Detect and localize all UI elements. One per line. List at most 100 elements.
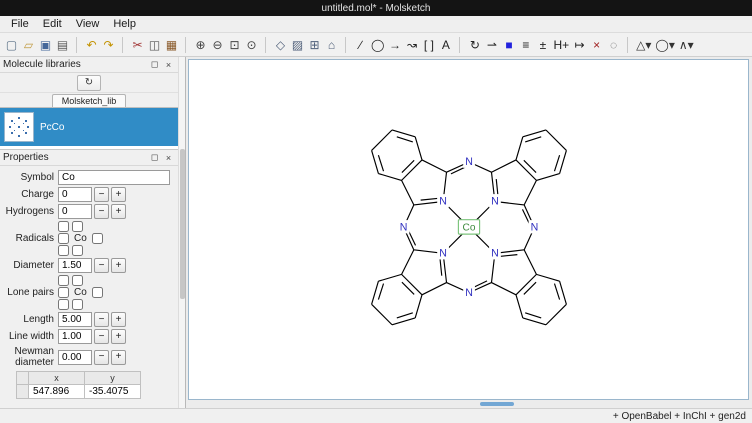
print-button[interactable]: ▤ xyxy=(54,35,71,55)
arrow-tool-button[interactable]: → xyxy=(386,35,403,55)
properties-float-button[interactable]: ◻ xyxy=(148,152,161,164)
menu-edit[interactable]: Edit xyxy=(36,17,69,31)
charge-decrement-button[interactable]: − xyxy=(94,187,109,202)
lasso-tool-button[interactable]: ◌ xyxy=(605,35,622,55)
zoom-original-button[interactable]: ⊙ xyxy=(243,35,260,55)
diameter-input[interactable] xyxy=(58,258,92,273)
meso-nitrogen-label[interactable]: N xyxy=(530,221,538,233)
diameter-increment-button[interactable]: + xyxy=(111,258,126,273)
cut-button[interactable]: ✂ xyxy=(129,35,146,55)
ring5-menu-button[interactable]: △▾ xyxy=(634,35,653,55)
bracket-tool-button[interactable]: [ ] xyxy=(420,35,437,55)
curve-arrow-tool-button[interactable]: ↝ xyxy=(403,35,420,55)
charge-input[interactable] xyxy=(58,187,92,202)
inner-nitrogen-label[interactable]: N xyxy=(491,247,499,259)
connect-tool-button[interactable]: ↦ xyxy=(571,35,588,55)
align-items-button[interactable]: ⊞ xyxy=(306,35,323,55)
radical-top-left-checkbox[interactable] xyxy=(58,221,69,232)
insert-image-button[interactable]: ▨ xyxy=(289,35,306,55)
chain-menu-button[interactable]: ∧▾ xyxy=(677,35,696,55)
molecule-drawing[interactable]: N N N N N N N N Co xyxy=(338,96,600,358)
coordinate-y-cell[interactable]: -35.4075 xyxy=(85,385,141,399)
menu-view[interactable]: View xyxy=(69,17,107,31)
ring6-menu-button[interactable]: ◯▾ xyxy=(653,35,676,55)
length-increment-button[interactable]: + xyxy=(111,312,126,327)
symbol-input[interactable] xyxy=(58,170,170,185)
text-tool-button[interactable]: A xyxy=(437,35,454,55)
line-width-decrement-button[interactable]: − xyxy=(94,329,109,344)
color-tool-button[interactable]: ■ xyxy=(500,35,517,55)
insert-molecule-button[interactable]: ◇ xyxy=(272,35,289,55)
align-items-icon: ⊞ xyxy=(309,39,319,51)
delete-tool-button[interactable]: × xyxy=(588,35,605,55)
zoom-in-button[interactable]: ⊕ xyxy=(192,35,209,55)
hydrogens-input[interactable] xyxy=(58,204,92,219)
main-area: Molecule libraries ◻ × ↻ Molsketch_lib xyxy=(0,57,752,408)
line-width-increment-button[interactable]: + xyxy=(111,329,126,344)
redo-button[interactable]: ↷ xyxy=(100,35,117,55)
menu-file[interactable]: File xyxy=(4,17,36,31)
radical-left-checkbox[interactable] xyxy=(58,233,69,244)
side-panel-scrollbar-thumb[interactable] xyxy=(180,149,185,299)
line-width-input[interactable] xyxy=(58,329,92,344)
open-button[interactable]: ▱ xyxy=(20,35,37,55)
meso-nitrogen-label[interactable]: N xyxy=(399,221,407,233)
menu-help[interactable]: Help xyxy=(106,17,143,31)
library-close-button[interactable]: × xyxy=(162,59,175,71)
lone-pair-left-checkbox[interactable] xyxy=(58,287,69,298)
insert-molecule-icon: ◇ xyxy=(276,39,285,51)
meso-nitrogen-label[interactable]: N xyxy=(465,286,473,298)
hydrogen-tool-button[interactable]: H+ xyxy=(551,35,571,55)
line-width-tool-button[interactable]: ≡ xyxy=(517,35,534,55)
hydrogens-label: Hydrogens xyxy=(2,206,54,217)
lone-pair-right-checkbox[interactable] xyxy=(92,287,103,298)
library-item-pcco[interactable]: PcCo xyxy=(0,108,178,146)
lone-pair-bottom-left-checkbox[interactable] xyxy=(58,299,69,310)
newman-increment-button[interactable]: + xyxy=(111,350,126,365)
paste-button[interactable]: ▦ xyxy=(163,35,180,55)
canvas-horizontal-scrollbar-thumb[interactable] xyxy=(480,402,514,406)
inner-nitrogen-label[interactable]: N xyxy=(439,247,447,259)
hydrogens-increment-button[interactable]: + xyxy=(111,204,126,219)
library-float-button[interactable]: ◻ xyxy=(148,59,161,71)
length-input[interactable] xyxy=(58,312,92,327)
zoom-fit-button[interactable]: ⊡ xyxy=(226,35,243,55)
copy-button[interactable]: ◫ xyxy=(146,35,163,55)
newman-diameter-input[interactable] xyxy=(58,350,92,365)
inner-nitrogen-label[interactable]: N xyxy=(491,195,499,207)
draw-tool-button[interactable]: ∕ xyxy=(352,35,369,55)
diameter-decrement-button[interactable]: − xyxy=(94,258,109,273)
coordinate-x-cell[interactable]: 547.896 xyxy=(29,385,85,399)
properties-close-button[interactable]: × xyxy=(162,152,175,164)
hydrogens-decrement-button[interactable]: − xyxy=(94,204,109,219)
newman-decrement-button[interactable]: − xyxy=(94,350,109,365)
clean-structure-button[interactable]: ⌂ xyxy=(323,35,340,55)
zoom-original-icon: ⊙ xyxy=(246,39,256,51)
charge-tool-button[interactable]: ± xyxy=(534,35,551,55)
meso-nitrogen-label[interactable]: N xyxy=(465,155,473,167)
radical-bottom-right-checkbox[interactable] xyxy=(72,245,83,256)
radical-right-checkbox[interactable] xyxy=(92,233,103,244)
save-button[interactable]: ▣ xyxy=(37,35,54,55)
cobalt-atom-label[interactable]: Co xyxy=(462,222,475,233)
lone-pair-bottom-right-checkbox[interactable] xyxy=(72,299,83,310)
zoom-out-button[interactable]: ⊖ xyxy=(209,35,226,55)
lone-pair-top-left-checkbox[interactable] xyxy=(58,275,69,286)
radical-top-right-checkbox[interactable] xyxy=(72,221,83,232)
refresh-libraries-button[interactable]: ↻ xyxy=(77,75,101,91)
line-width-label: Line width xyxy=(2,331,54,342)
tab-molsketch-lib[interactable]: Molsketch_lib xyxy=(52,94,127,107)
length-decrement-button[interactable]: − xyxy=(94,312,109,327)
new-button[interactable]: ▢ xyxy=(3,35,20,55)
reaction-arrow-tool-button[interactable]: ⇀ xyxy=(483,35,500,55)
undo-button[interactable]: ↶ xyxy=(83,35,100,55)
inner-nitrogen-label[interactable]: N xyxy=(439,195,447,207)
drawing-canvas[interactable]: N N N N N N N N Co xyxy=(188,59,749,400)
lone-pair-top-right-checkbox[interactable] xyxy=(72,275,83,286)
rotate-tool-button[interactable]: ↻ xyxy=(466,35,483,55)
ring-tool-button[interactable]: ◯ xyxy=(369,35,386,55)
radical-bottom-left-checkbox[interactable] xyxy=(58,245,69,256)
canvas-horizontal-scrollbar[interactable] xyxy=(188,400,749,408)
charge-increment-button[interactable]: + xyxy=(111,187,126,202)
side-panel-scrollbar[interactable] xyxy=(178,57,185,408)
